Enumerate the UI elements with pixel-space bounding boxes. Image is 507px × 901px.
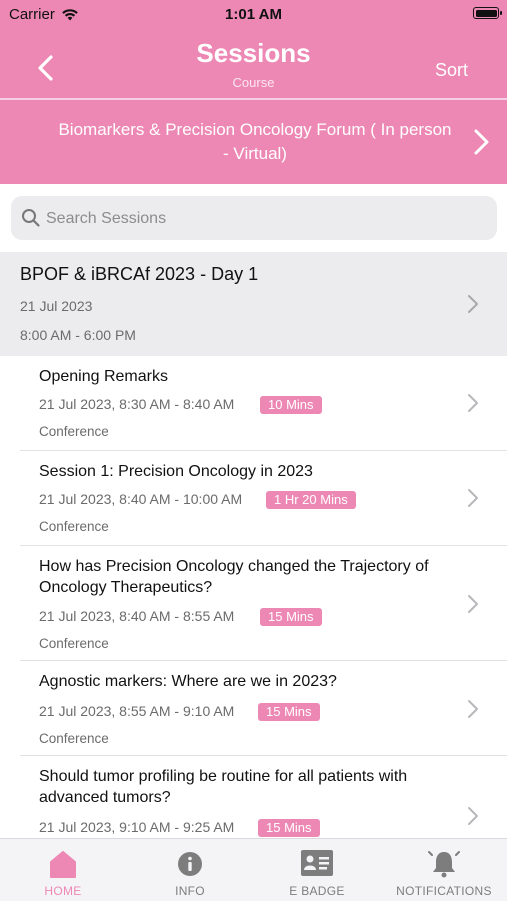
session-title: Should tumor profiling be routine for al…: [39, 768, 408, 806]
header: Carrier 1:01 AM Sessions Course Sort Bio…: [0, 0, 507, 184]
session-title: How has Precision Oncology changed the T…: [39, 558, 429, 596]
search-icon: [22, 209, 40, 227]
home-icon: [50, 851, 76, 878]
session-row[interactable]: Opening Remarks 21 Jul 2023, 8:30 AM - 8…: [0, 356, 507, 451]
page-title: Sessions: [196, 38, 311, 68]
duration-badge: 10 Mins: [260, 396, 322, 414]
nav-bar: Sessions Course Sort: [0, 28, 507, 98]
tab-notifications[interactable]: NOTIFICATIONS: [381, 839, 507, 901]
course-name: Biomarkers & Precision Oncology Forum ( …: [58, 120, 452, 163]
session-row[interactable]: Session 1: Precision Oncology in 2023 21…: [0, 451, 507, 546]
duration-badge: 1 Hr 20 Mins: [266, 491, 356, 509]
session-row[interactable]: Should tumor profiling be routine for al…: [0, 756, 507, 838]
battery-icon: [473, 7, 502, 19]
tab-label: INFO: [175, 884, 205, 898]
session-time: 21 Jul 2023, 9:10 AM - 9:25 AM: [39, 819, 235, 835]
tab-bar: HOME INFO E BADGE NOTIFICATIONS: [0, 838, 507, 901]
day-header[interactable]: BPOF & iBRCAf 2023 - Day 1 21 Jul 2023 8…: [0, 252, 507, 356]
chevron-right-icon[interactable]: [473, 128, 491, 156]
sort-button[interactable]: Sort: [435, 60, 468, 81]
course-selector[interactable]: Biomarkers & Precision Oncology Forum ( …: [0, 100, 507, 184]
chevron-right-icon: [468, 489, 478, 507]
status-time: 1:01 AM: [225, 6, 282, 23]
search-input[interactable]: [44, 196, 488, 242]
day-time: 8:00 AM - 6:00 PM: [20, 327, 136, 343]
day-date: 21 Jul 2023: [20, 298, 93, 314]
session-row[interactable]: Agnostic markers: Where are we in 2023? …: [0, 661, 507, 756]
chevron-right-icon: [468, 807, 478, 825]
session-title: Session 1: Precision Oncology in 2023: [39, 463, 313, 480]
tab-e-badge[interactable]: E BADGE: [254, 839, 380, 901]
duration-badge: 15 Mins: [258, 703, 320, 721]
chevron-right-icon: [468, 394, 478, 412]
session-title: Opening Remarks: [39, 368, 168, 385]
info-icon: [178, 852, 202, 876]
badge-icon: [301, 850, 333, 876]
session-time: 21 Jul 2023, 8:40 AM - 10:00 AM: [39, 491, 243, 507]
tab-label: NOTIFICATIONS: [396, 884, 492, 898]
tab-home[interactable]: HOME: [0, 839, 126, 901]
session-type: Conference: [39, 731, 109, 746]
session-title: Agnostic markers: Where are we in 2023?: [39, 673, 337, 690]
session-time: 21 Jul 2023, 8:30 AM - 8:40 AM: [39, 396, 235, 412]
search-bar[interactable]: [11, 196, 497, 242]
session-type: Conference: [39, 636, 109, 651]
chevron-right-icon: [468, 295, 478, 313]
chevron-right-icon: [468, 700, 478, 718]
bell-icon: [428, 851, 460, 878]
tab-info[interactable]: INFO: [127, 839, 253, 901]
session-time: 21 Jul 2023, 8:40 AM - 8:55 AM: [39, 608, 235, 624]
session-row[interactable]: How has Precision Oncology changed the T…: [0, 546, 507, 661]
day-title: BPOF & iBRCAf 2023 - Day 1: [20, 264, 259, 284]
session-time: 21 Jul 2023, 8:55 AM - 9:10 AM: [39, 703, 235, 719]
chevron-right-icon: [468, 595, 478, 613]
duration-badge: 15 Mins: [258, 819, 320, 837]
tab-label: E BADGE: [289, 884, 345, 898]
page-subtitle: Course: [232, 75, 275, 90]
session-type: Conference: [39, 519, 109, 534]
status-bar: Carrier 1:01 AM: [0, 0, 507, 28]
tab-label: HOME: [44, 884, 82, 898]
session-type: Conference: [39, 424, 109, 439]
duration-badge: 15 Mins: [260, 608, 322, 626]
